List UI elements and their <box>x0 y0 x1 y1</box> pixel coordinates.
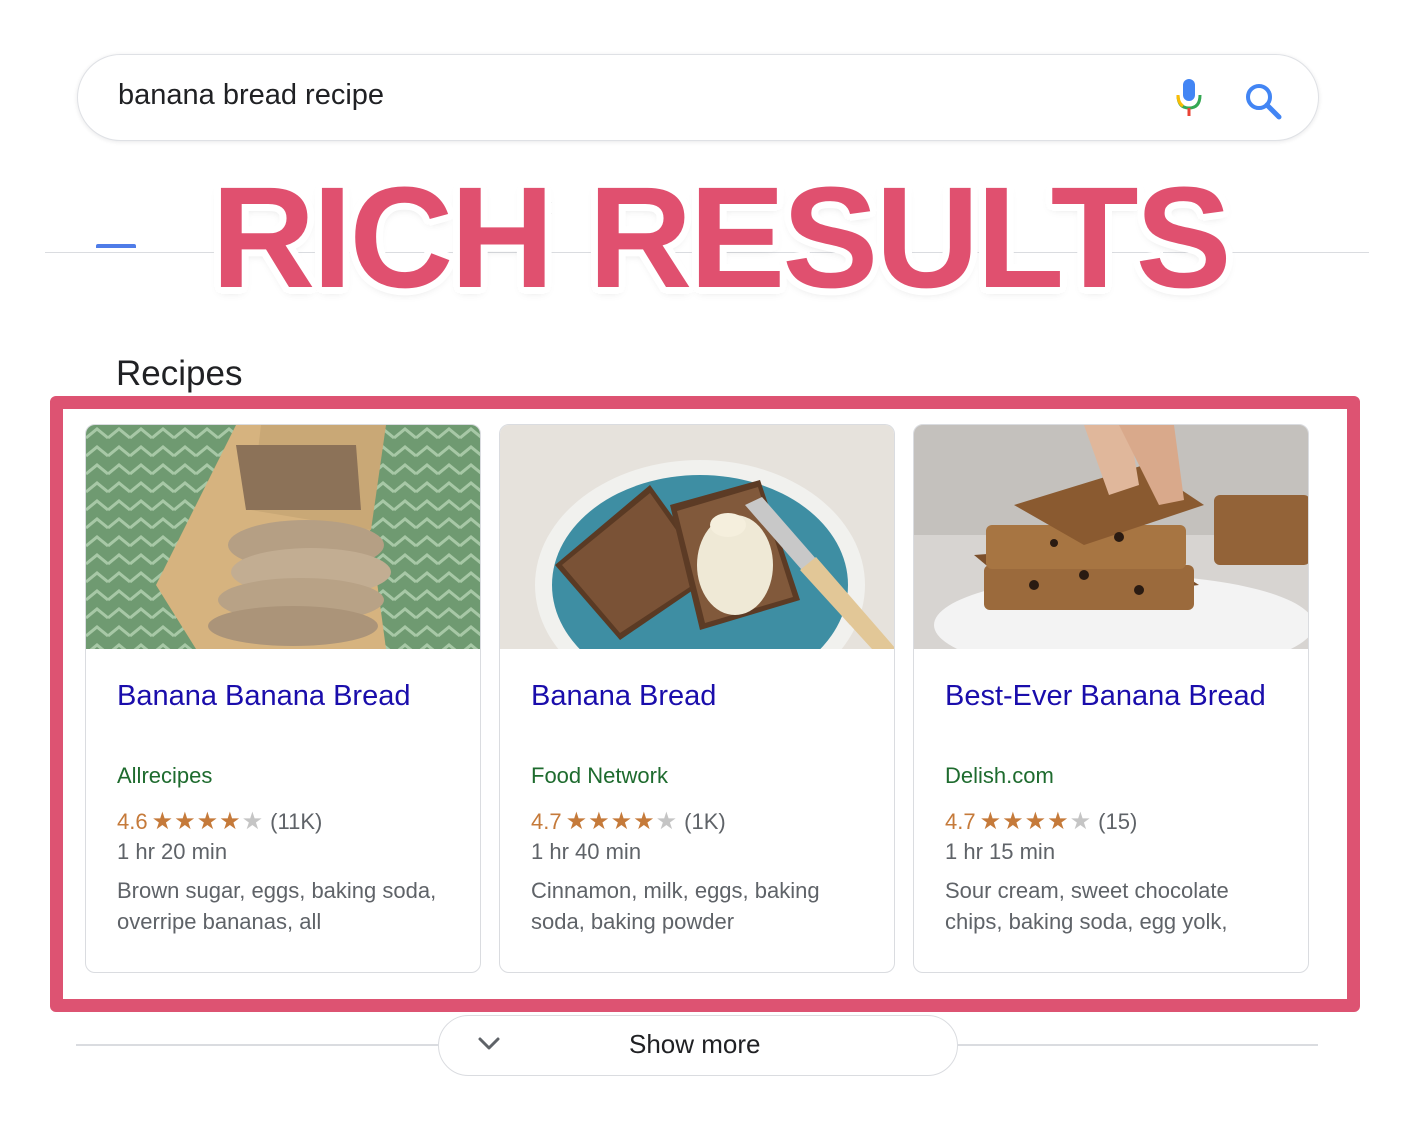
recipe-card[interactable]: Best-Ever Banana Bread Delish.com 4.7 ★★★… <box>913 424 1309 973</box>
search-input[interactable]: banana bread recipe <box>118 79 384 112</box>
recipe-image[interactable] <box>500 425 894 649</box>
mic-icon[interactable] <box>1173 77 1205 121</box>
recipe-rating: 4.7 ★★★★★ (15) <box>945 807 1137 836</box>
banner-title: RICH RESULTS <box>211 157 1231 318</box>
stars-full: ★★★★ <box>565 808 656 835</box>
recipe-card[interactable]: Banana Banana Bread Allrecipes 4.6 ★★★★★(… <box>85 424 481 973</box>
recipe-rating: 4.6 ★★★★★ (11K) <box>117 807 322 836</box>
recipe-time: 1 hr 40 min <box>531 839 642 864</box>
rating-value: 4.7 <box>531 809 562 834</box>
star-rating-icon: ★★★★★ <box>980 808 1093 835</box>
search-bar[interactable]: banana bread recipe <box>77 54 1319 141</box>
stars-full: ★★★★ <box>151 808 242 835</box>
review-count: (15) <box>1098 809 1138 834</box>
recipe-ingredients: Sour cream, sweet chocolate chips, bakin… <box>945 878 1229 934</box>
recipe-source: Food Network <box>531 763 668 788</box>
review-count: (1K) <box>684 809 726 834</box>
section-title: Recipes <box>116 354 243 393</box>
recipe-time: 1 hr 20 min <box>117 839 228 864</box>
star-rating-icon: ★★★★★ <box>566 808 679 835</box>
show-more-button[interactable]: Show more <box>438 1015 958 1076</box>
rating-value: 4.6 <box>117 809 148 834</box>
recipe-ingredients: Brown sugar, eggs, baking soda, overripe… <box>117 878 437 934</box>
star-partial-icon: ★ <box>655 808 679 835</box>
chevron-down-icon <box>475 1030 503 1058</box>
review-count: (11K) <box>270 809 323 834</box>
star-partial-icon: ★ <box>241 808 265 835</box>
recipe-time: 1 hr 15 min <box>945 839 1056 864</box>
show-more-label: Show more <box>629 1029 761 1059</box>
recipe-title[interactable]: Banana Banana Bread <box>117 677 457 716</box>
search-icon[interactable] <box>1243 81 1283 121</box>
recipe-source: Delish.com <box>945 763 1054 788</box>
recipe-title[interactable]: Best-Ever Banana Bread <box>945 677 1285 716</box>
recipe-ingredients: Cinnamon, milk, eggs, baking soda, bakin… <box>531 878 820 934</box>
recipe-image[interactable] <box>86 425 480 649</box>
star-rating-icon: ★★★★★ <box>152 808 265 835</box>
stars-full: ★★★★ <box>979 808 1070 835</box>
recipe-card[interactable]: Banana Bread Food Network 4.7 ★★★★★ (1K) 1… <box>499 424 895 973</box>
star-partial-icon: ★ <box>1069 808 1093 835</box>
recipe-source: Allrecipes <box>117 763 213 788</box>
recipe-title[interactable]: Banana Bread <box>531 677 871 716</box>
rating-value: 4.7 <box>945 809 976 834</box>
recipe-image[interactable] <box>914 425 1308 649</box>
recipe-rating: 4.7 ★★★★★ (1K) <box>531 807 726 836</box>
